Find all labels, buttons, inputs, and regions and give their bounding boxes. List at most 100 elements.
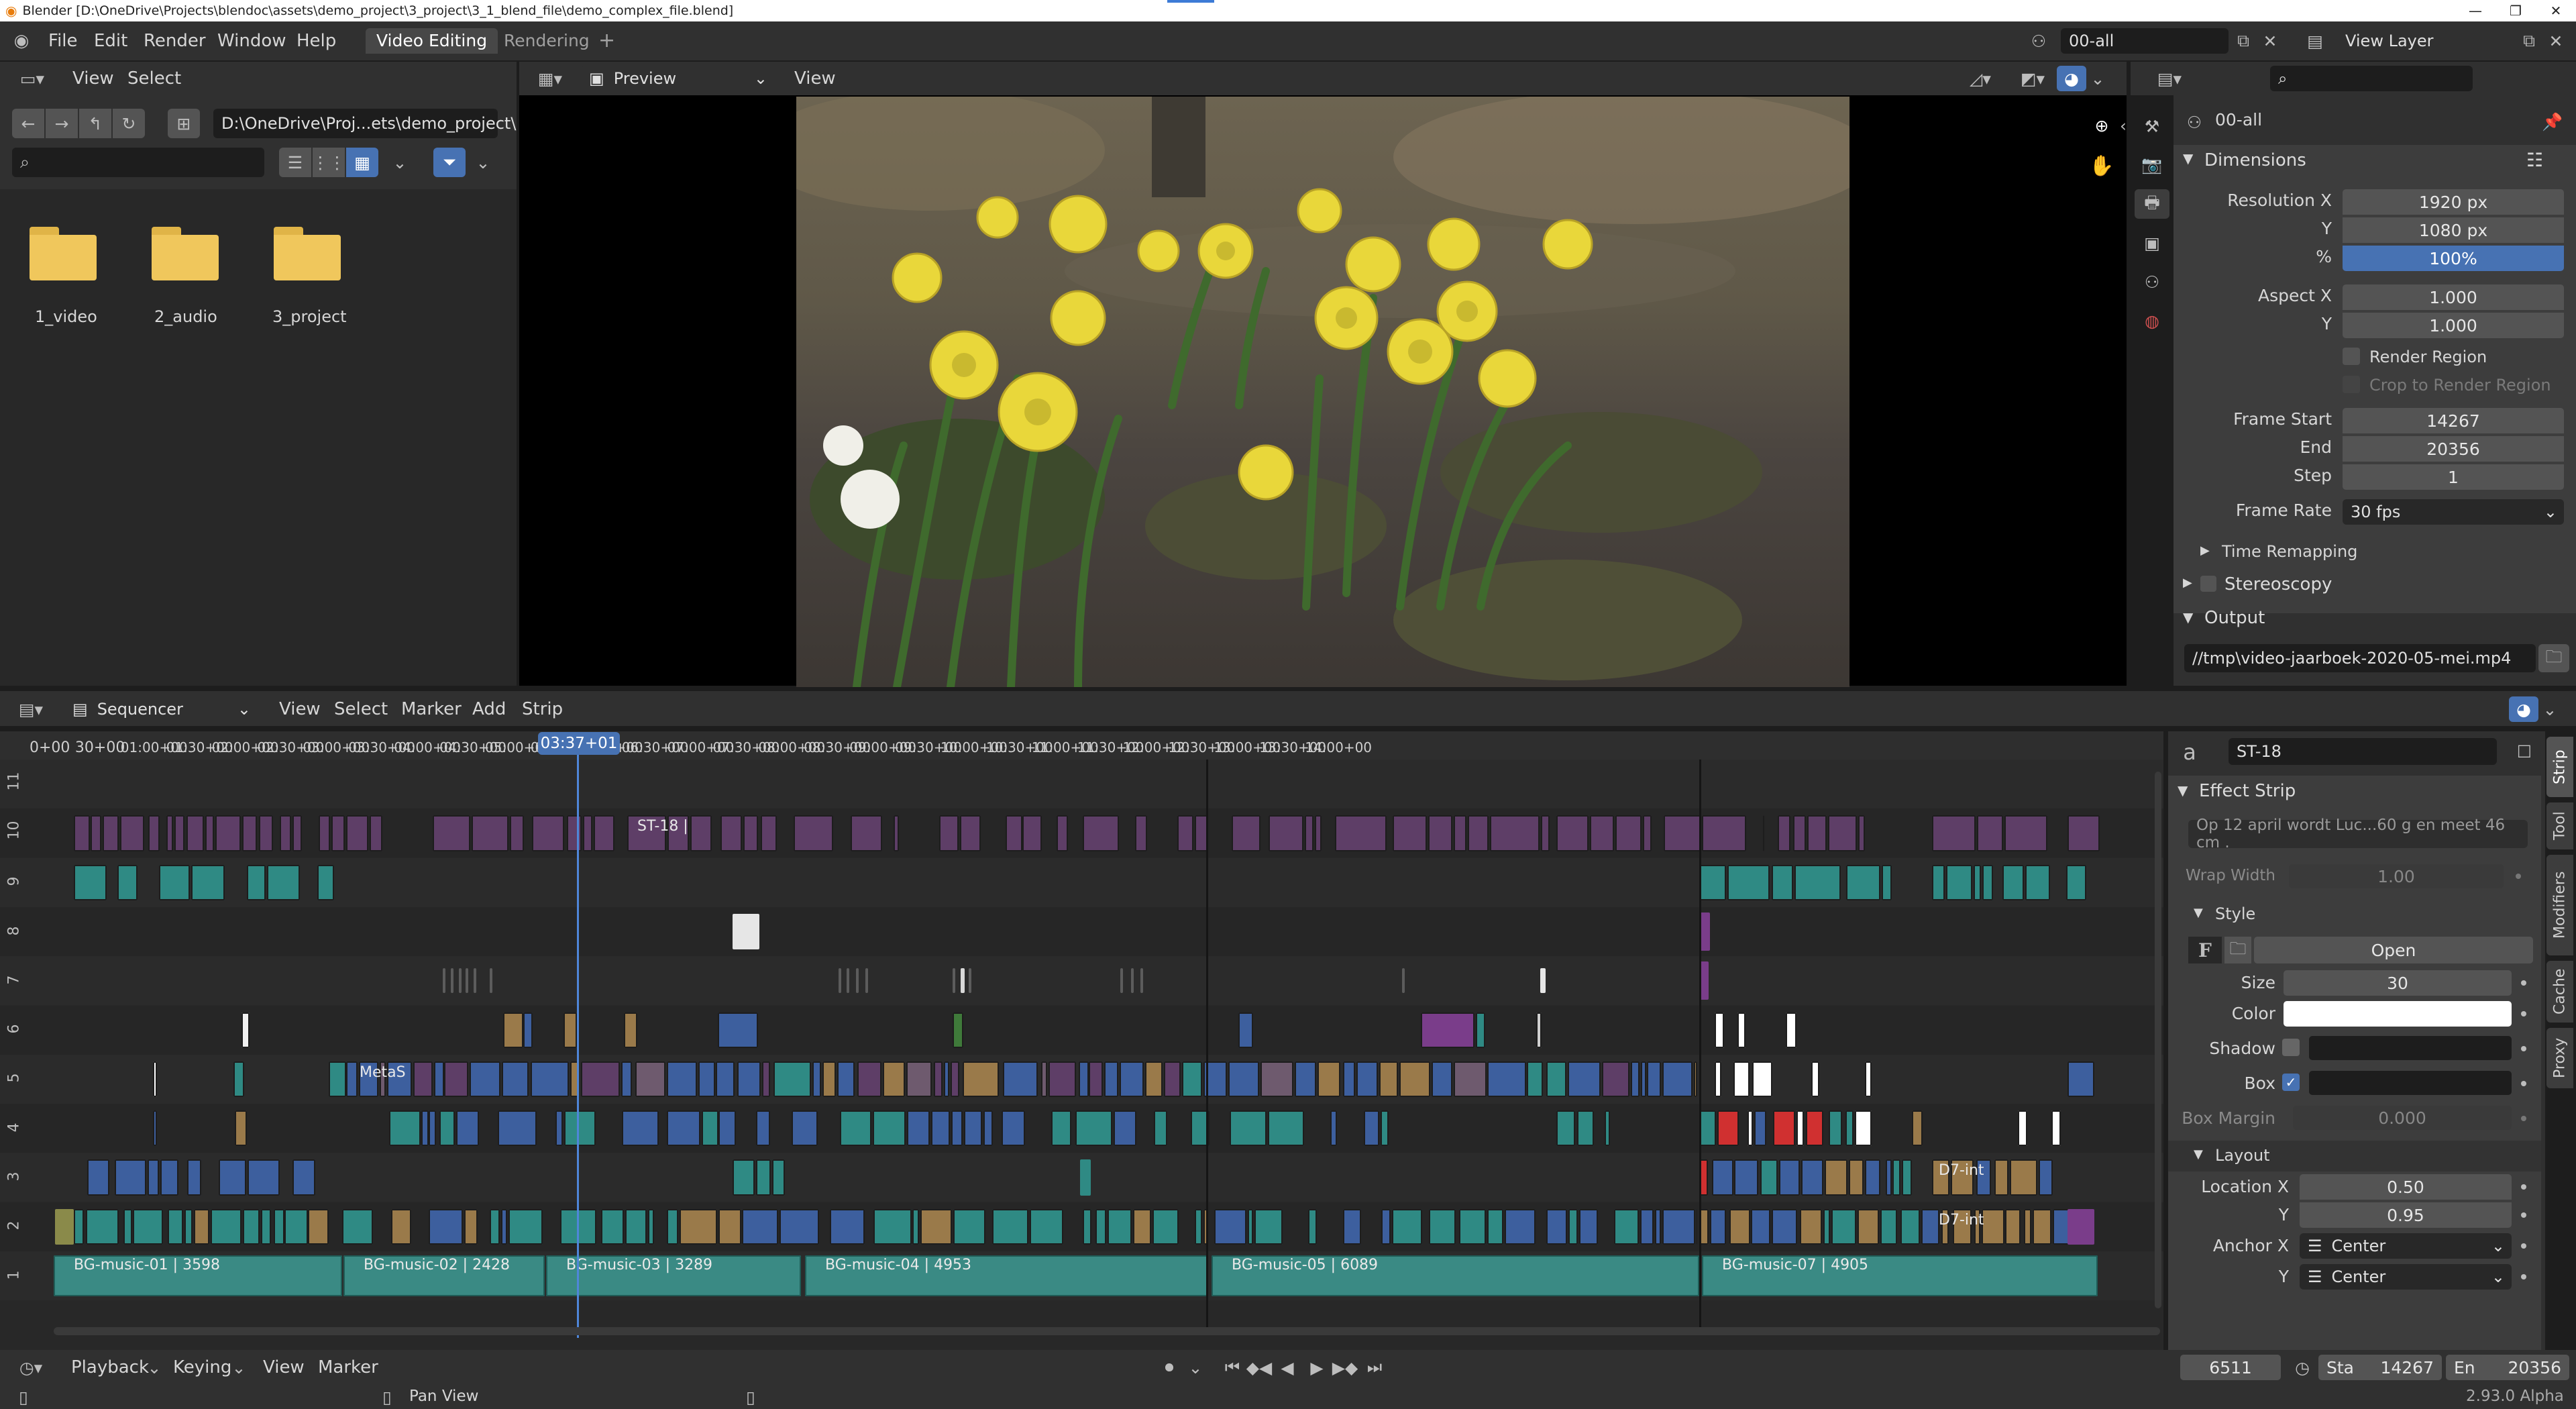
strip[interactable] [1771,864,1793,900]
strip[interactable] [87,1159,110,1196]
strip[interactable] [666,1061,697,1098]
strip[interactable] [1567,1061,1601,1098]
folder-browse-icon[interactable]: 🗀 [2538,644,2569,672]
strip[interactable] [960,815,981,851]
path-field[interactable]: D:\OneDrive\Proj...ets\demo_project\ [213,109,516,138]
strip[interactable] [1792,815,1806,851]
folder-1-video[interactable] [27,224,99,283]
effect-strip-panel-header[interactable]: ▼ Effect Strip [2168,776,2541,808]
strip[interactable] [1392,815,1428,851]
box-color-swatch[interactable] [2309,1071,2512,1095]
strip[interactable] [1734,1159,1758,1196]
strip[interactable] [953,1012,963,1048]
mute-strip-icon[interactable]: ☐ [2514,738,2534,765]
strip[interactable] [953,1208,985,1245]
strip[interactable] [184,1208,193,1245]
strip[interactable] [421,1110,429,1147]
strip[interactable] [205,815,215,851]
strip[interactable] [666,1110,700,1147]
strip[interactable] [331,815,345,851]
strip[interactable] [160,1159,178,1196]
strip[interactable] [893,815,899,851]
strip[interactable] [233,1061,244,1098]
prev-keyframe-icon[interactable]: ◆◀ [1246,1355,1272,1380]
folder-browse-icon[interactable]: 🗀 [2224,937,2251,963]
strip[interactable] [857,1061,882,1098]
strip[interactable] [1556,815,1589,851]
strip[interactable] [943,1061,949,1098]
strip[interactable] [120,815,145,851]
play-icon[interactable]: ▶ [1304,1355,1330,1380]
strip[interactable] [1453,815,1466,851]
strip[interactable] [1865,1159,1881,1196]
strip[interactable] [1214,1208,1246,1245]
strip[interactable] [839,968,841,994]
font-icon[interactable]: F [2188,937,2222,963]
menu-window[interactable]: Window [217,28,286,54]
anchor-y-dropdown[interactable]: ☰ Center ⌄ [2300,1264,2512,1290]
menu-view[interactable]: View [263,1355,305,1380]
strip[interactable] [1379,1061,1399,1098]
strip[interactable] [829,1208,865,1245]
strip[interactable] [490,968,492,994]
strip[interactable] [1751,1208,1770,1245]
keyframe-dot-icon[interactable] [2521,980,2526,986]
strip[interactable] [1330,1110,1338,1147]
strip[interactable] [1946,864,1973,900]
maximize-icon[interactable]: ❐ [2496,0,2536,21]
strip[interactable] [792,1110,818,1147]
strip[interactable] [594,815,614,851]
strip[interactable] [1177,815,1194,851]
strip[interactable] [1049,1061,1077,1098]
menu-render[interactable]: Render [144,28,206,54]
strip[interactable] [1711,1159,1734,1196]
strip[interactable] [74,1208,85,1245]
tab-rendering[interactable]: Rendering [493,28,600,54]
strip[interactable] [1432,1061,1453,1098]
strip[interactable] [342,1208,374,1245]
strip[interactable] [873,1110,906,1147]
strip[interactable] [1796,1110,1805,1147]
tab-tool[interactable]: Tool [2546,802,2573,849]
horizontal-list-icon[interactable]: ⋮⋮ [312,148,345,177]
strip[interactable] [1807,815,1827,851]
strip[interactable] [1030,1208,1064,1245]
render-region-checkbox[interactable] [2343,348,2360,365]
strip[interactable] [1308,1208,1317,1245]
strip[interactable] [720,815,743,851]
strip[interactable] [1114,1110,1137,1147]
strip[interactable] [345,815,369,851]
strip[interactable] [1454,1061,1487,1098]
strip[interactable] [1640,1061,1646,1098]
strip[interactable] [718,1110,736,1147]
overlay-toggle-icon[interactable]: ◕ [2509,696,2538,722]
strip[interactable] [1794,864,1841,900]
strip[interactable] [622,1110,659,1147]
strip[interactable] [1892,1159,1901,1196]
strip[interactable] [1294,1061,1316,1098]
vertical-scrollbar[interactable] [2155,772,2161,1308]
strip[interactable] [1662,1061,1693,1098]
strip[interactable] [2025,864,2051,900]
aspect-y-field[interactable]: 1.000 [2343,313,2564,338]
strip[interactable] [508,1208,543,1245]
close-icon[interactable]: ✕ [2536,0,2576,21]
strip[interactable] [1654,1208,1661,1245]
strip[interactable] [153,1061,157,1098]
strip[interactable] [247,1159,280,1196]
strip[interactable] [55,1208,74,1245]
folder-2-audio[interactable] [149,224,221,283]
strip[interactable] [690,815,712,851]
strip[interactable] [1356,1061,1378,1098]
strip[interactable] [1823,1208,1831,1245]
strip[interactable] [1421,1012,1474,1048]
strip[interactable] [429,1208,463,1245]
pin-icon[interactable]: 📌 [2541,109,2564,136]
strip[interactable] [992,1208,1029,1245]
strip[interactable] [1640,1208,1654,1245]
strip[interactable] [564,1110,596,1147]
strip[interactable] [969,968,971,994]
strip[interactable] [1238,1012,1253,1048]
strip[interactable] [1855,1110,1872,1147]
strip[interactable] [907,1110,930,1147]
